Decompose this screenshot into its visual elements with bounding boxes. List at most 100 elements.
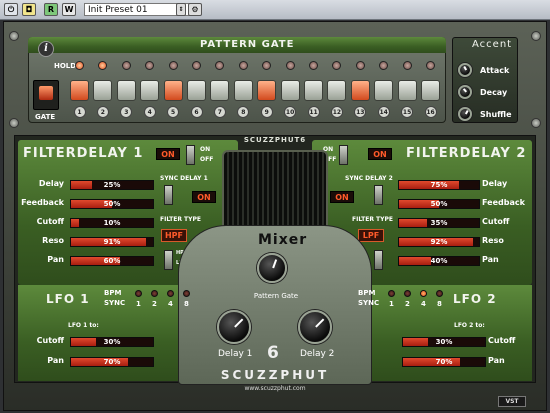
fd1-param-slider[interactable]: 60%: [70, 256, 154, 266]
accent-title: Accent: [472, 39, 513, 50]
step-key[interactable]: [233, 80, 253, 101]
step-key[interactable]: [70, 80, 89, 101]
sync-delay2-label: SYNC DELAY 2: [345, 175, 393, 182]
brand-url: www.scuzzphut.com: [244, 385, 306, 392]
fd1-param-slider[interactable]: 50%: [70, 199, 154, 209]
filterdelay2-power-toggle[interactable]: [339, 145, 348, 165]
filter-type1-display[interactable]: HPF: [161, 229, 187, 242]
sync-delay1-toggle[interactable]: [164, 185, 173, 205]
lfo1-sync-option: 1: [136, 300, 141, 308]
lfo2-bpm-label: BPM: [358, 289, 376, 297]
step-key[interactable]: [397, 80, 417, 101]
slider-value: 40%: [430, 257, 448, 265]
filter-type2-display[interactable]: LPF: [358, 229, 384, 242]
decay-knob[interactable]: [458, 85, 472, 99]
sync-delay2-on[interactable]: ON: [330, 191, 354, 203]
sync-delay2-toggle[interactable]: [374, 185, 383, 205]
fd2-param-slider[interactable]: 92%: [398, 237, 480, 247]
lfo2-sync-led[interactable]: [404, 290, 411, 297]
power-button[interactable]: ⏻: [4, 3, 18, 16]
lfo1-sync-led[interactable]: [135, 290, 142, 297]
delay2-mix-knob[interactable]: [298, 310, 332, 344]
step-number: 6: [190, 106, 203, 118]
hold-led[interactable]: [121, 61, 131, 70]
fd2-param-slider[interactable]: 40%: [398, 256, 480, 266]
hold-led[interactable]: [309, 61, 318, 70]
fd2-param-slider[interactable]: 75%: [398, 180, 480, 190]
fd2-param-label: Pan: [482, 255, 499, 264]
slider-value: 25%: [103, 181, 121, 189]
hold-led[interactable]: [285, 61, 295, 70]
step-key[interactable]: [210, 80, 230, 101]
hold-led[interactable]: [355, 61, 365, 70]
lfo2-param-slider[interactable]: 30%: [402, 337, 486, 347]
step-key[interactable]: [350, 80, 370, 101]
step-key[interactable]: [163, 80, 183, 101]
lfo1-sync-led[interactable]: [151, 290, 158, 297]
lfo2-sync-option: 4: [421, 300, 426, 308]
shuffle-knob[interactable]: [458, 107, 472, 121]
lfo1-sync-led[interactable]: [167, 290, 174, 297]
read-automation-button[interactable]: R: [44, 3, 58, 16]
pattern-gate-mix-knob[interactable]: [257, 253, 287, 283]
fd2-param-slider[interactable]: 35%: [398, 218, 480, 228]
step-key[interactable]: [374, 80, 394, 101]
step-key[interactable]: [280, 80, 300, 101]
step-key[interactable]: [304, 80, 323, 101]
lfo1-sync-option: 2: [152, 300, 157, 308]
step-number: 5: [167, 106, 180, 118]
lfo2-title: LFO 2: [453, 292, 497, 306]
step-number: 14: [377, 106, 390, 118]
step-key[interactable]: [140, 80, 160, 101]
decay-label: Decay: [480, 88, 508, 97]
step-key[interactable]: [187, 80, 206, 101]
slider-value: 75%: [430, 181, 448, 189]
hold-led[interactable]: [75, 61, 84, 70]
filter-type1-toggle[interactable]: [164, 250, 173, 270]
fd2-param-slider[interactable]: 50%: [398, 199, 480, 209]
filterdelay1-power-toggle[interactable]: [186, 145, 195, 165]
fd1-param-slider[interactable]: 10%: [70, 218, 154, 228]
lfo1-sync-led[interactable]: [183, 290, 190, 297]
step-key[interactable]: [421, 80, 440, 101]
delay1-mix-knob[interactable]: [217, 310, 251, 344]
slider-value: 10%: [103, 219, 121, 227]
lfo2-sync-led[interactable]: [420, 290, 427, 297]
step-key[interactable]: [257, 80, 277, 101]
brand-header: SCUZZPHUT6: [243, 136, 307, 144]
gate-button[interactable]: [33, 80, 59, 110]
lfo1-param-label: Pan: [47, 356, 64, 365]
hold-led[interactable]: [192, 61, 201, 70]
filterdelay1-on-button[interactable]: ON: [156, 148, 180, 160]
attack-knob[interactable]: [458, 63, 472, 77]
step-number: 4: [143, 106, 156, 118]
brand-name: SCUZZPHUT: [220, 368, 330, 382]
lfo2-sync-led[interactable]: [436, 290, 443, 297]
info-button[interactable]: i: [38, 41, 54, 57]
lfo2-sync-led[interactable]: [388, 290, 395, 297]
fd1-param-slider[interactable]: 25%: [70, 180, 154, 190]
step-key[interactable]: [93, 80, 113, 101]
lfo2-param-slider[interactable]: 70%: [402, 357, 486, 367]
fd1-param-label: Cutoff: [36, 217, 64, 226]
filterdelay2-title: FILTERDELAY 2: [406, 146, 527, 161]
hold-led[interactable]: [238, 61, 248, 70]
lfo1-param-slider[interactable]: 70%: [70, 357, 154, 367]
lfo1-param-slider[interactable]: 30%: [70, 337, 154, 347]
fd1-param-slider[interactable]: 91%: [70, 237, 154, 247]
lfo2-param-label: Pan: [488, 356, 505, 365]
filter-type2-toggle[interactable]: [374, 250, 383, 270]
hold-led[interactable]: [402, 61, 412, 70]
hold-led[interactable]: [426, 61, 435, 70]
step-key[interactable]: [327, 80, 347, 101]
step-key[interactable]: [116, 80, 136, 101]
compare-button[interactable]: ◘: [22, 3, 36, 16]
preset-arrows-icon[interactable]: ⇕: [176, 3, 186, 16]
write-automation-button[interactable]: W: [62, 3, 76, 16]
filterdelay2-on-button[interactable]: ON: [368, 148, 392, 160]
hold-led[interactable]: [168, 61, 178, 70]
hold-label: HOLD: [54, 62, 77, 70]
sync-delay1-on[interactable]: ON: [192, 191, 216, 203]
preset-menu-icon[interactable]: ⚙: [188, 3, 202, 16]
step-number: 7: [213, 106, 226, 118]
